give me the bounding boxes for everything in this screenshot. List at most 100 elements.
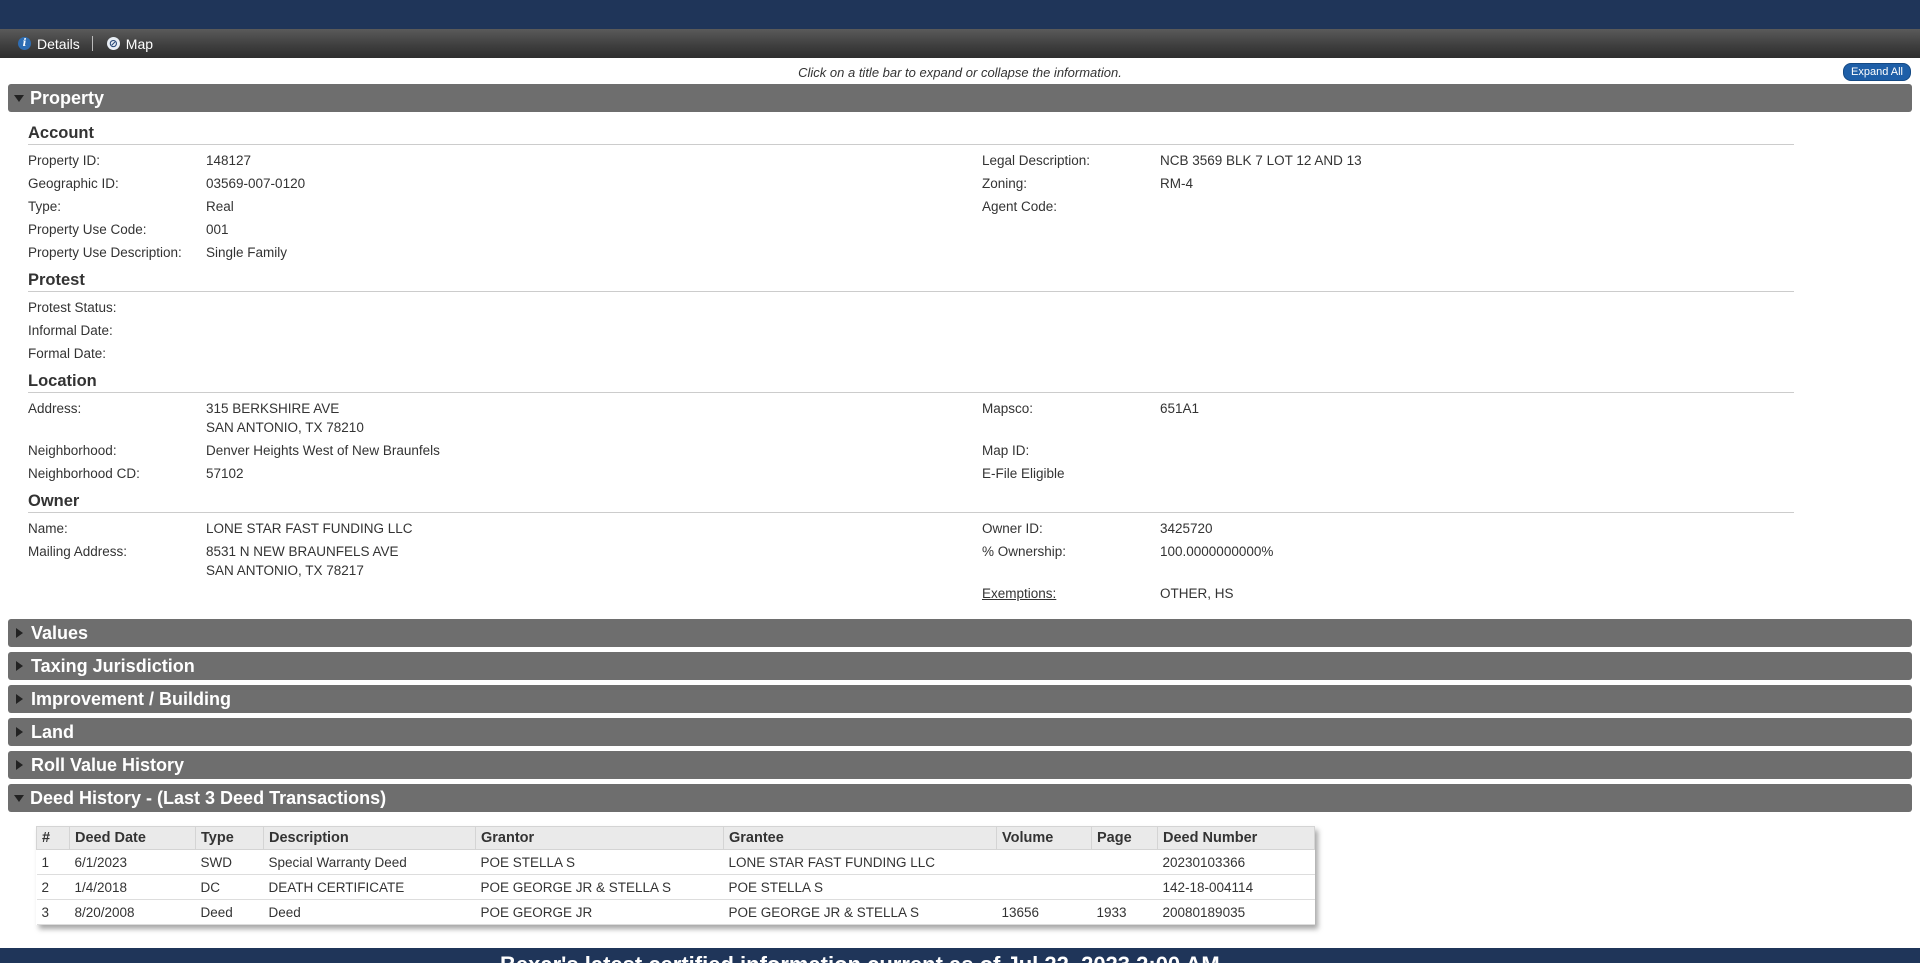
mapsco-label: Mapsco: — [982, 401, 1034, 416]
exemptions-value: OTHER, HS — [1160, 586, 1234, 601]
cell: DEATH CERTIFICATE — [263, 874, 476, 900]
col-header: Deed Number — [1157, 826, 1315, 850]
section-property-bar[interactable]: Property — [8, 84, 1912, 112]
informal-date-label: Informal Date: — [28, 323, 113, 338]
formal-date-label: Formal Date: — [28, 346, 107, 361]
top-header-bar — [0, 0, 1920, 29]
owner-name-label: Name: — [28, 521, 68, 536]
ownership-value: 100.0000000000% — [1160, 544, 1274, 559]
table-row: 2 1/4/2018 DC DEATH CERTIFICATE POE GEOR… — [36, 874, 1315, 900]
cell: 1/4/2018 — [69, 874, 196, 900]
col-header: Description — [263, 826, 476, 850]
caret-right-icon — [16, 694, 23, 704]
section-improvement-title: Improvement / Building — [31, 688, 232, 709]
use-desc-label: Property Use Description: — [28, 245, 182, 260]
use-code-value: 001 — [206, 222, 229, 237]
nav-map-label: Map — [125, 35, 154, 52]
cell: 3 — [36, 899, 70, 925]
cell: POE GEORGE JR & STELLA S — [723, 899, 997, 925]
section-land-bar[interactable]: Land — [8, 718, 1912, 746]
nav-details-label: Details — [37, 35, 80, 52]
cell: Deed — [263, 899, 476, 925]
cell: 2 — [36, 874, 70, 900]
mapsco-value: 651A1 — [1160, 401, 1200, 416]
use-code-label: Property Use Code: — [28, 222, 147, 237]
section-taxing-title: Taxing Jurisdiction — [31, 655, 195, 676]
section-roll-history-title: Roll Value History — [31, 754, 185, 775]
cell — [996, 874, 1092, 900]
cell: POE GEORGE JR — [475, 899, 724, 925]
protest-title: Protest — [28, 271, 1794, 292]
section-land-title: Land — [31, 721, 74, 742]
section-deed-history-bar[interactable]: Deed History - (Last 3 Deed Transactions… — [8, 784, 1912, 812]
use-desc-value: Single Family — [206, 245, 288, 260]
col-header: # — [36, 826, 70, 850]
address-label: Address: — [28, 401, 82, 416]
deed-table-header-row: # Deed Date Type Description Grantor Gra… — [36, 826, 1315, 850]
cell: 13656 — [996, 899, 1092, 925]
neighborhood-cd-label: Neighborhood CD: — [28, 466, 140, 481]
account-title: Account — [28, 124, 1794, 145]
zoning-value: RM-4 — [1160, 176, 1193, 191]
col-header: Grantor — [475, 826, 724, 850]
col-header: Page — [1091, 826, 1158, 850]
geographic-id-label: Geographic ID: — [28, 176, 119, 191]
cell: DC — [195, 874, 264, 900]
owner-title: Owner — [28, 492, 1794, 513]
legal-desc-value: NCB 3569 BLK 7 LOT 12 AND 13 — [1160, 153, 1362, 168]
section-deed-history-title: Deed History - (Last 3 Deed Transactions… — [30, 787, 387, 808]
property-id-value: 148127 — [206, 153, 252, 168]
cell: POE STELLA S — [475, 849, 724, 875]
cell — [1091, 874, 1158, 900]
caret-right-icon — [16, 760, 23, 770]
legal-desc-label: Legal Description: — [982, 153, 1091, 168]
cell: POE STELLA S — [723, 874, 997, 900]
section-improvement-bar[interactable]: Improvement / Building — [8, 685, 1912, 713]
map-id-label: Map ID: — [982, 443, 1030, 458]
section-roll-history-bar[interactable]: Roll Value History — [8, 751, 1912, 779]
footer-bar: Bexar's latest certified information cur… — [0, 948, 1920, 963]
geographic-id-value: 03569-007-0120 — [206, 176, 306, 191]
cell: 142-18-004114 — [1157, 874, 1315, 900]
mailing-line2: SAN ANTONIO, TX 78217 — [206, 563, 364, 578]
cell: 1933 — [1091, 899, 1158, 925]
efile-label: E-File Eligible — [982, 466, 1065, 481]
cell: 1 — [36, 849, 70, 875]
property-id-label: Property ID: — [28, 153, 101, 168]
col-header: Deed Date — [69, 826, 196, 850]
cell — [1091, 849, 1158, 875]
nav-details[interactable]: i Details — [18, 36, 80, 52]
agent-code-label: Agent Code: — [982, 199, 1058, 214]
owner-id-label: Owner ID: — [982, 521, 1043, 536]
property-body: Account Property ID: 148127 Geographic I… — [0, 112, 1920, 619]
expand-all-button[interactable]: Expand All — [1843, 63, 1911, 81]
cell: Deed — [195, 899, 264, 925]
section-taxing-bar[interactable]: Taxing Jurisdiction — [8, 652, 1912, 680]
cell: SWD — [195, 849, 264, 875]
globe-icon: ⊘ — [106, 37, 120, 50]
mailing-address-label: Mailing Address: — [28, 544, 128, 559]
caret-down-icon — [14, 94, 24, 102]
info-icon: i — [18, 37, 31, 50]
cell: POE GEORGE JR & STELLA S — [475, 874, 724, 900]
neighborhood-value: Denver Heights West of New Braunfels — [206, 443, 440, 458]
footer-text: Bexar's latest certified information cur… — [500, 952, 1220, 963]
section-values-bar[interactable]: Values — [8, 619, 1912, 647]
col-header: Volume — [996, 826, 1092, 850]
address-line2: SAN ANTONIO, TX 78210 — [206, 420, 364, 435]
col-header: Grantee — [723, 826, 997, 850]
col-header: Type — [195, 826, 264, 850]
mailing-line1: 8531 N NEW BRAUNFELS AVE — [206, 544, 399, 559]
neighborhood-label: Neighborhood: — [28, 443, 117, 458]
caret-right-icon — [16, 661, 23, 671]
owner-id-value: 3425720 — [1160, 521, 1213, 536]
cell: 20230103366 — [1157, 849, 1315, 875]
nav-map[interactable]: ⊘ Map — [106, 35, 154, 52]
address-line1: 315 BERKSHIRE AVE — [206, 401, 340, 416]
location-title: Location — [28, 372, 1794, 393]
cell: 8/20/2008 — [69, 899, 196, 925]
protest-status-label: Protest Status: — [28, 300, 117, 315]
section-property-title: Property — [30, 87, 105, 108]
type-label: Type: — [28, 199, 62, 214]
exemptions-link[interactable]: Exemptions: — [982, 584, 1056, 603]
